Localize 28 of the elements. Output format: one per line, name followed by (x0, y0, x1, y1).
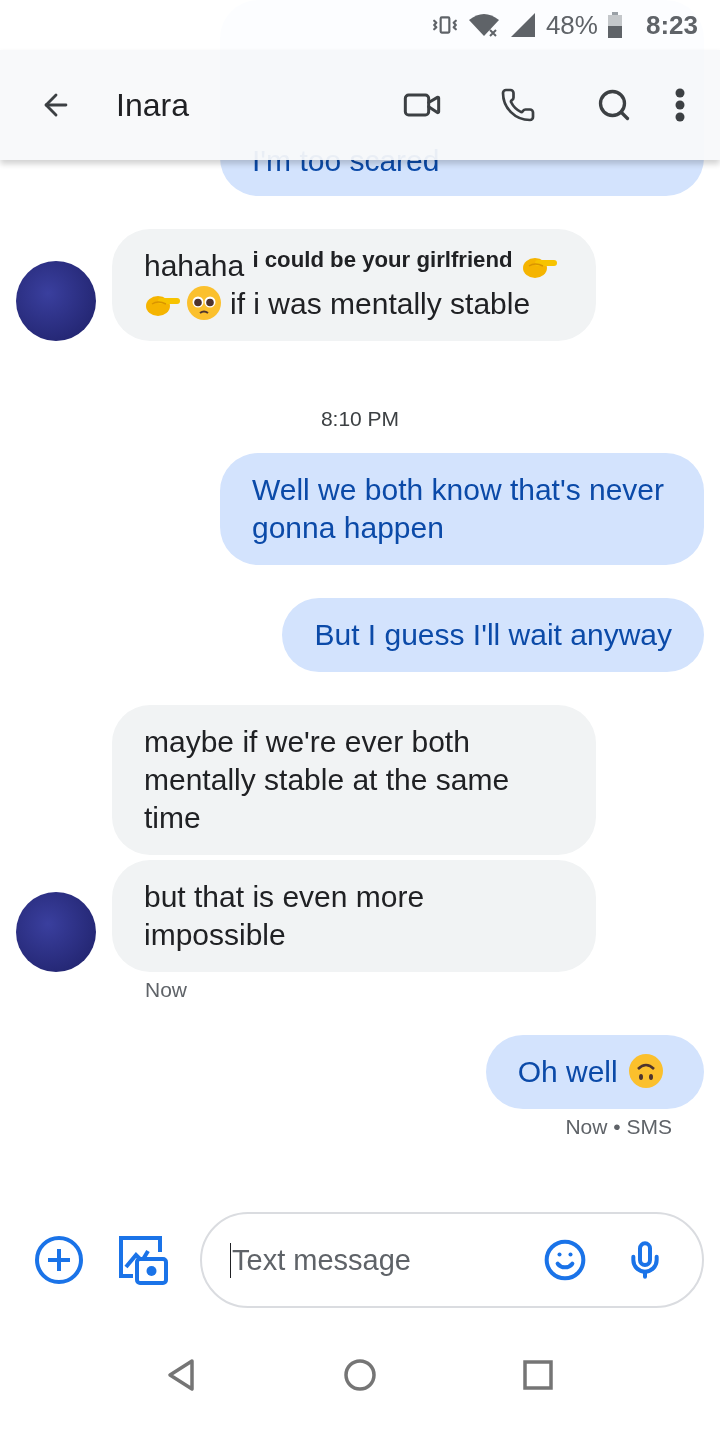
battery-percent: 48% (545, 9, 598, 41)
clock-time: 8:23 (645, 9, 698, 41)
add-button[interactable] (32, 1233, 86, 1287)
pleading-face-icon (186, 285, 222, 321)
gallery-camera-button[interactable] (116, 1233, 170, 1287)
wifi-icon (467, 12, 500, 38)
search-icon (596, 87, 632, 123)
message-text: But I guess I'll wait anyway (314, 618, 672, 651)
message-text: I'm too scared (252, 144, 440, 177)
contact-name: Inara (116, 86, 190, 124)
message-status: Now (145, 978, 187, 1001)
message-status: Now • SMS (565, 1115, 672, 1138)
message-text: maybe if we're ever both mentally stable at the same time (144, 725, 510, 834)
phone-icon (500, 87, 536, 123)
message-text: Well we both know that's never gonna happen (252, 473, 665, 544)
upside-down-face-icon (628, 1053, 664, 1089)
message-text: hahaha $^{i could be your girlfriend}$ (144, 249, 514, 282)
timestamp: 8:10 PM (320, 407, 400, 430)
message-text: but that is even more impossible (144, 880, 425, 951)
message-text: if i was mentally stable (230, 287, 531, 320)
menu-icon (675, 88, 685, 122)
message-input-field[interactable]: Text message (230, 1242, 512, 1278)
add-icon (34, 1235, 84, 1285)
signal-icon (509, 12, 536, 38)
message-text: Oh well (517, 1055, 619, 1088)
gallery-camera-icon (118, 1235, 168, 1285)
battery-icon (607, 12, 622, 38)
smiley-icon (543, 1238, 587, 1282)
